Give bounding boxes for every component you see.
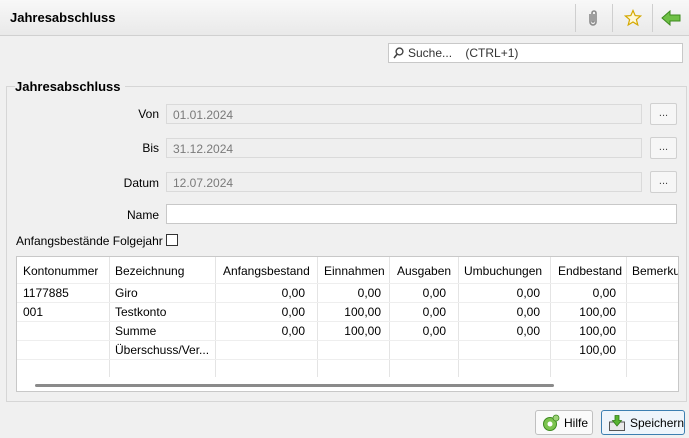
column-header[interactable]: Endbestand [558, 264, 622, 278]
help-label: Hilfe [564, 415, 589, 430]
search-box[interactable] [388, 43, 683, 63]
table-cell[interactable]: 1177885 [23, 286, 69, 300]
table-cell[interactable]: 0,00 [389, 324, 446, 338]
table-cell[interactable]: 001 [23, 305, 43, 319]
bis-label: Bis [142, 141, 159, 155]
bis-picker-button[interactable]: ... [650, 137, 677, 159]
table-cell[interactable]: Giro [115, 286, 138, 300]
toolbar-separator [652, 4, 653, 32]
table-cell[interactable]: 0,00 [317, 286, 381, 300]
back-button[interactable] [656, 5, 686, 31]
table-cell[interactable]: 0,00 [458, 324, 540, 338]
toolbar-separator [612, 4, 613, 32]
help-icon [542, 414, 560, 432]
table-cell[interactable]: 100,00 [550, 324, 616, 338]
table-cell[interactable]: 100,00 [550, 305, 616, 319]
table-cell[interactable]: 100,00 [550, 343, 616, 357]
row-divider [17, 359, 678, 360]
datum-field[interactable]: 12.07.2024 [166, 172, 642, 192]
table-cell[interactable]: 100,00 [317, 324, 381, 338]
column-header[interactable]: Anfangsbestand [223, 264, 310, 278]
column-header[interactable]: Ausgaben [397, 264, 451, 278]
save-button[interactable]: Speichern [601, 410, 685, 435]
row-divider [17, 321, 678, 322]
results-table: Kontonummer Bezeichnung Anfangsbestand E… [16, 256, 679, 392]
group-title: Jahresabschluss [15, 79, 125, 94]
window-title: Jahresabschluss [10, 10, 116, 25]
von-picker-button[interactable]: ... [650, 103, 677, 125]
table-cell[interactable]: Überschuss/Ver... [115, 343, 209, 357]
paperclip-icon [589, 10, 597, 26]
header-divider [17, 283, 678, 284]
horizontal-scrollbar[interactable] [35, 384, 554, 387]
column-header[interactable]: Kontonummer [23, 264, 98, 278]
table-cell[interactable]: 100,00 [317, 305, 381, 319]
table-cell[interactable]: 0,00 [389, 305, 446, 319]
table-cell[interactable]: 0,00 [215, 286, 305, 300]
toolbar-separator [575, 4, 576, 32]
row-divider [17, 340, 678, 341]
table-cell[interactable]: 0,00 [215, 305, 305, 319]
table-cell[interactable]: 0,00 [458, 305, 540, 319]
table-cell[interactable]: 0,00 [458, 286, 540, 300]
name-label: Name [126, 208, 159, 222]
column-header[interactable]: Bezeichnung [115, 264, 184, 278]
von-label: Von [138, 107, 159, 121]
row-divider [17, 302, 678, 303]
star-icon [624, 9, 642, 27]
column-header[interactable]: Einnahmen [324, 264, 385, 278]
column-header[interactable]: Bemerku [632, 264, 678, 278]
search-input[interactable] [406, 44, 676, 62]
table-cell[interactable]: Summe [115, 324, 156, 338]
name-field[interactable] [166, 204, 677, 224]
table-cell[interactable]: 0,00 [215, 324, 305, 338]
table-cell[interactable]: 0,00 [550, 286, 616, 300]
save-label: Speichern [630, 415, 685, 430]
title-bar: Jahresabschluss [0, 0, 689, 36]
von-field[interactable]: 01.01.2024 [166, 104, 642, 124]
table-cell[interactable]: 0,00 [389, 286, 446, 300]
arrow-left-icon [661, 10, 681, 26]
bis-field[interactable]: 31.12.2024 [166, 138, 642, 158]
favorite-button[interactable] [618, 5, 648, 31]
help-button[interactable]: Hilfe [535, 410, 593, 435]
column-header[interactable]: Umbuchungen [464, 264, 542, 278]
anfangsbestaende-checkbox[interactable] [166, 234, 178, 246]
checkbox-label: Anfangsbestände Folgejahr [16, 234, 163, 248]
attach-button[interactable] [578, 5, 608, 31]
save-icon [608, 414, 626, 432]
datum-picker-button[interactable]: ... [650, 171, 677, 193]
search-icon [393, 47, 404, 62]
datum-label: Datum [123, 176, 159, 190]
table-cell[interactable]: Testkonto [115, 305, 166, 319]
